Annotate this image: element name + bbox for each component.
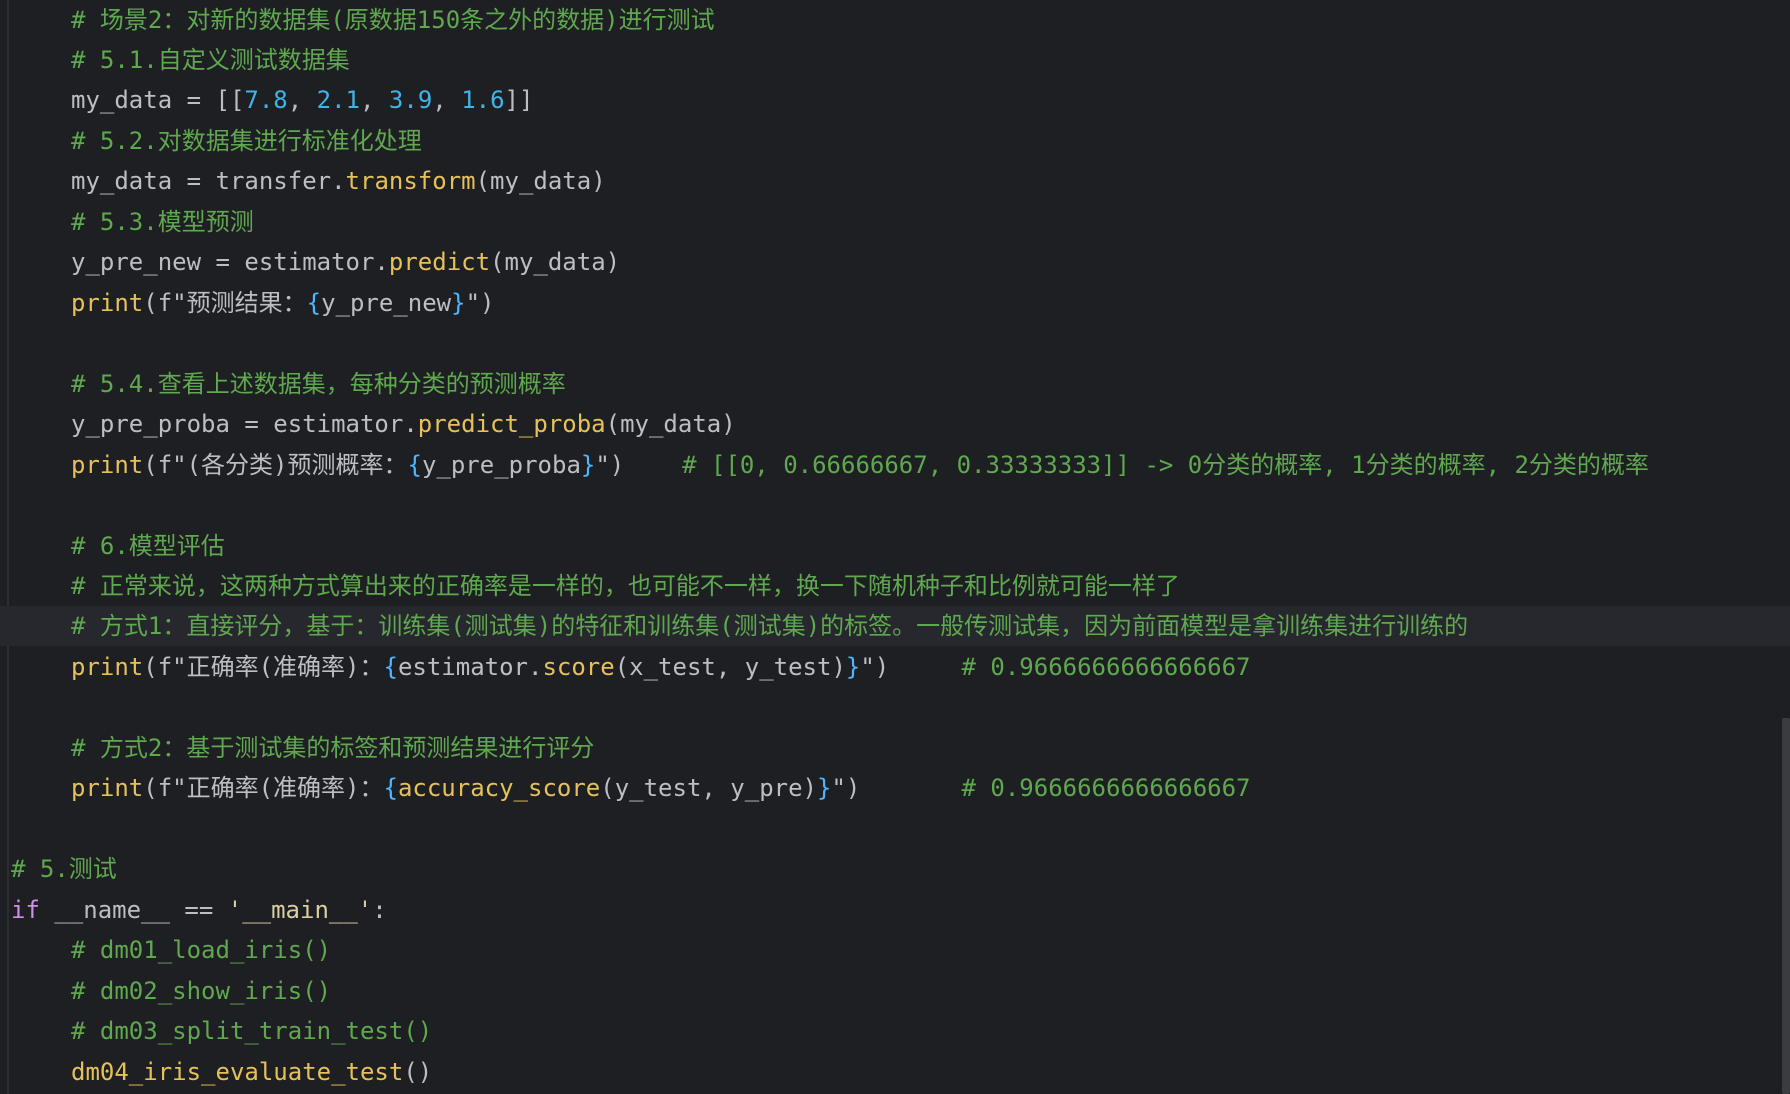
code-token: (f"预测结果： <box>143 289 307 317</box>
code-token: (my_data) <box>475 167 606 195</box>
code-token: # 正常来说，这两种方式算出来的正确率是一样的，也可能不一样，换一下随机种子和比… <box>71 572 1180 600</box>
code-line[interactable] <box>0 485 1790 525</box>
code-token: { <box>383 653 398 681</box>
code-line[interactable]: # dm02_show_iris() <box>0 971 1790 1011</box>
code-token: () <box>403 1058 433 1086</box>
code-token: predict <box>388 248 491 276</box>
code-token: transform <box>345 167 476 195</box>
code-token: # [[0, 0.66666667, 0.33333333]] -> 0分类的概… <box>682 451 1649 479</box>
code-line[interactable] <box>0 687 1790 727</box>
code-token: , <box>287 86 317 114</box>
code-token: (f"(各分类)预测概率： <box>143 451 408 479</box>
code-token: # 场景2：对新的数据集(原数据150条之外的数据)进行测试 <box>71 6 715 34</box>
code-token: } <box>845 653 861 681</box>
code-token: # 0.9666666666666667 <box>961 653 1251 681</box>
code-line[interactable]: # 5.1.自定义测试数据集 <box>0 40 1790 80</box>
code-line[interactable]: print(f"(各分类)预测概率：{y_pre_proba}") # [[0,… <box>0 445 1790 485</box>
code-line[interactable]: # 正常来说，这两种方式算出来的正确率是一样的，也可能不一样，换一下随机种子和比… <box>0 566 1790 606</box>
code-token: { <box>383 774 398 802</box>
code-token: # 方式2：基于测试集的标签和预测结果进行评分 <box>71 734 595 762</box>
code-token: 7.8 <box>244 86 288 114</box>
code-token: (y_test, y_pre) <box>600 774 817 802</box>
code-token: dm04_iris_evaluate_test <box>71 1058 404 1086</box>
code-line[interactable]: y_pre_proba = estimator.predict_proba(my… <box>0 404 1790 444</box>
code-line[interactable]: my_data = [[7.8, 2.1, 3.9, 1.6]] <box>0 80 1790 120</box>
code-token: '__main__' <box>227 896 373 924</box>
code-token: 3.9 <box>388 86 433 114</box>
code-token: (my_data) <box>490 248 621 276</box>
code-token: 2.1 <box>316 86 361 114</box>
code-token: y_pre_new <box>321 289 452 317</box>
code-token: print <box>71 451 144 479</box>
vertical-scrollbar[interactable] <box>1782 718 1790 1094</box>
code-token: , <box>432 86 462 114</box>
code-token: y_pre_proba = estimator. <box>71 410 418 438</box>
code-token: (my_data) <box>605 410 736 438</box>
code-token: # 0.9666666666666667 <box>961 774 1251 802</box>
code-line[interactable]: print(f"正确率(准确率)：{accuracy_score(y_test,… <box>0 768 1790 808</box>
code-line[interactable]: print(f"预测结果：{y_pre_new}") <box>0 283 1790 323</box>
code-token: predict_proba <box>417 410 606 438</box>
code-token: } <box>817 774 832 802</box>
code-line[interactable]: y_pre_new = estimator.predict(my_data) <box>0 242 1790 282</box>
code-token: # 5.1.自定义测试数据集 <box>71 46 350 74</box>
code-line-current[interactable]: # 方式1：直接评分，基于：训练集(测试集)的特征和训练集(测试集)的标签。一般… <box>0 606 1790 646</box>
code-token: score <box>542 653 615 681</box>
code-line[interactable]: # 5.2.对数据集进行标准化处理 <box>0 121 1790 161</box>
code-token: __name__ == <box>39 896 228 924</box>
code-token: ") <box>831 774 962 802</box>
code-line[interactable]: # 场景2：对新的数据集(原数据150条之外的数据)进行测试 <box>0 0 1790 40</box>
code-token: print <box>71 774 144 802</box>
code-line[interactable]: dm04_iris_evaluate_test() <box>0 1052 1790 1092</box>
code-token: # 5.4.查看上述数据集，每种分类的预测概率 <box>71 370 566 398</box>
code-token: my_data = [[ <box>71 86 245 114</box>
code-line[interactable]: # 方式2：基于测试集的标签和预测结果进行评分 <box>0 728 1790 768</box>
code-token: # 5.3.模型预测 <box>71 208 254 236</box>
code-token: 1.6 <box>461 86 505 114</box>
code-token: accuracy_score <box>397 774 601 802</box>
code-token: if <box>11 896 40 924</box>
code-token: my_data = transfer. <box>71 167 346 195</box>
code-editor[interactable]: # 场景2：对新的数据集(原数据150条之外的数据)进行测试 # 5.1.自定义… <box>0 0 1790 1094</box>
code-token: (x_test, y_test) <box>614 653 846 681</box>
code-line[interactable]: # dm03_split_train_test() <box>0 1011 1790 1051</box>
code-token: ") <box>595 451 683 479</box>
code-token: # 方式1：直接评分，基于：训练集(测试集)的特征和训练集(测试集)的标签。一般… <box>71 612 1469 640</box>
code-token: y_pre_proba <box>421 451 581 479</box>
code-token: : <box>372 896 387 924</box>
code-token: print <box>71 653 144 681</box>
code-line[interactable]: # 5.4.查看上述数据集，每种分类的预测概率 <box>0 364 1790 404</box>
code-line[interactable]: # 5.测试 <box>0 849 1790 889</box>
code-line[interactable]: print(f"正确率(准确率)：{estimator.score(x_test… <box>0 647 1790 687</box>
code-line[interactable]: # 5.3.模型预测 <box>0 202 1790 242</box>
code-token: { <box>407 451 422 479</box>
code-token: (f"正确率(准确率)： <box>143 774 384 802</box>
code-token: # 5.2.对数据集进行标准化处理 <box>71 127 422 155</box>
code-token: # dm01_load_iris() <box>71 936 332 964</box>
code-token: ") <box>465 289 495 317</box>
code-line[interactable] <box>0 323 1790 363</box>
code-line[interactable]: # 6.模型评估 <box>0 526 1790 566</box>
code-line[interactable]: if __name__ == '__main__': <box>0 890 1790 930</box>
code-token: print <box>71 289 144 317</box>
code-token: ") <box>860 653 962 681</box>
code-line[interactable] <box>0 809 1790 849</box>
code-line[interactable]: # dm01_load_iris() <box>0 930 1790 970</box>
code-token: # dm02_show_iris() <box>71 977 332 1005</box>
code-token: y_pre_new = estimator. <box>71 248 389 276</box>
code-token: } <box>580 451 596 479</box>
code-token: # dm03_split_train_test() <box>71 1017 433 1045</box>
code-line[interactable]: my_data = transfer.transform(my_data) <box>0 161 1790 201</box>
code-token: (f"正确率(准确率)： <box>143 653 384 681</box>
code-token: estimator. <box>397 653 543 681</box>
code-token: # 5.测试 <box>11 855 117 883</box>
code-token: } <box>451 289 466 317</box>
code-token: ]] <box>504 86 534 114</box>
code-token: , <box>360 86 389 114</box>
code-token: { <box>306 289 322 317</box>
code-token: # 6.模型评估 <box>71 532 225 560</box>
